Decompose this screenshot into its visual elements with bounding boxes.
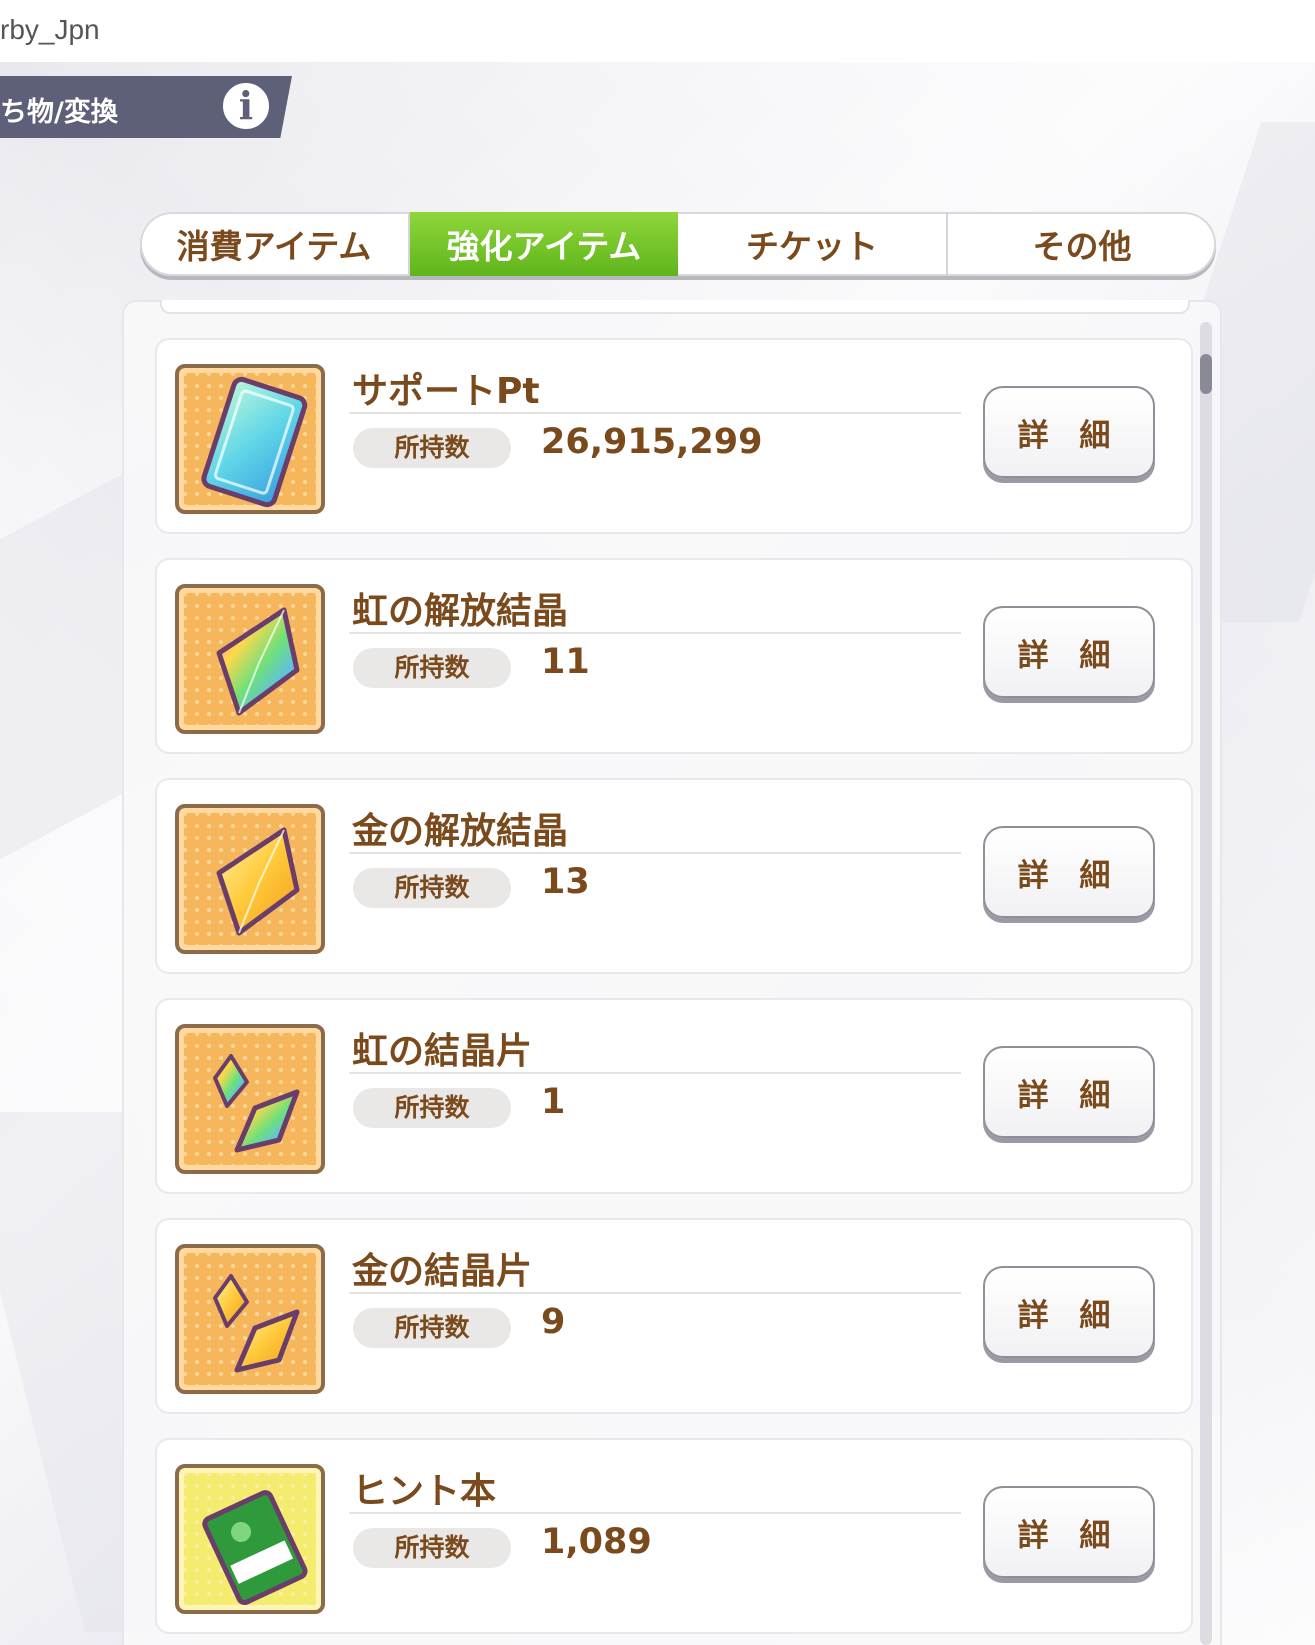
list-item: ヒント本 所持数 1,089 詳 細	[155, 1438, 1193, 1634]
support-pt-card-icon	[175, 364, 325, 514]
list-item: サポートPt 所持数 26,915,299 詳 細	[155, 338, 1193, 534]
quantity-label: 所持数	[353, 648, 511, 688]
quantity-value: 11	[541, 642, 590, 682]
quantity-label: 所持数	[353, 428, 511, 468]
quantity-label: 所持数	[353, 1528, 511, 1568]
page-title: ち物/変換	[0, 97, 118, 128]
detail-button[interactable]: 詳 細	[983, 386, 1155, 478]
gold-shard-icon	[175, 1244, 325, 1394]
detail-button[interactable]: 詳 細	[983, 606, 1155, 698]
item-name: 虹の解放結晶	[352, 591, 569, 632]
item-name: 金の結晶片	[352, 1251, 533, 1292]
list-item: 金の結晶片 所持数 9 詳 細	[155, 1218, 1193, 1414]
divider	[349, 1512, 961, 1514]
quantity-label: 所持数	[353, 868, 511, 908]
tab-consumable-items[interactable]: 消費アイテム	[140, 212, 410, 276]
item-name: サポートPt	[352, 371, 540, 412]
scrollbar-track[interactable]	[1200, 322, 1212, 1645]
info-icon[interactable]: i	[220, 80, 272, 132]
quantity-value: 13	[541, 862, 590, 902]
divider	[349, 1072, 961, 1074]
list-item: 虹の結晶片 所持数 1 詳 細	[155, 998, 1193, 1194]
divider	[349, 852, 961, 854]
hint-book-icon	[175, 1464, 325, 1614]
divider	[349, 412, 961, 414]
item-name: ヒント本	[352, 1471, 497, 1512]
item-name: 虹の結晶片	[352, 1031, 533, 1072]
quantity-value: 1	[541, 1082, 566, 1122]
detail-button[interactable]: 詳 細	[983, 1046, 1155, 1138]
tab-tickets[interactable]: チケット	[678, 212, 948, 276]
previous-card-edge	[160, 300, 1190, 314]
quantity-value: 9	[541, 1302, 566, 1342]
rainbow-shard-icon	[175, 1024, 325, 1174]
category-tabs: 消費アイテム 強化アイテム チケット その他	[140, 212, 1216, 276]
item-name: 金の解放結晶	[352, 811, 569, 852]
list-item: 虹の解放結晶 所持数 11 詳 細	[155, 558, 1193, 754]
gold-crystal-icon	[175, 804, 325, 954]
divider	[349, 632, 961, 634]
detail-button[interactable]: 詳 細	[983, 1266, 1155, 1358]
scrollbar-thumb[interactable]	[1200, 354, 1212, 394]
quantity-label: 所持数	[353, 1088, 511, 1128]
divider	[349, 1292, 961, 1294]
quantity-label: 所持数	[353, 1308, 511, 1348]
detail-button[interactable]: 詳 細	[983, 1486, 1155, 1578]
quantity-value: 26,915,299	[541, 422, 763, 462]
list-item: 金の解放結晶 所持数 13 詳 細	[155, 778, 1193, 974]
tab-enhancement-items[interactable]: 強化アイテム	[410, 212, 678, 276]
tab-other[interactable]: その他	[948, 212, 1216, 276]
window-title: rby_Jpn	[0, 0, 1315, 62]
quantity-value: 1,089	[541, 1522, 652, 1562]
rainbow-crystal-icon	[175, 584, 325, 734]
detail-button[interactable]: 詳 細	[983, 826, 1155, 918]
